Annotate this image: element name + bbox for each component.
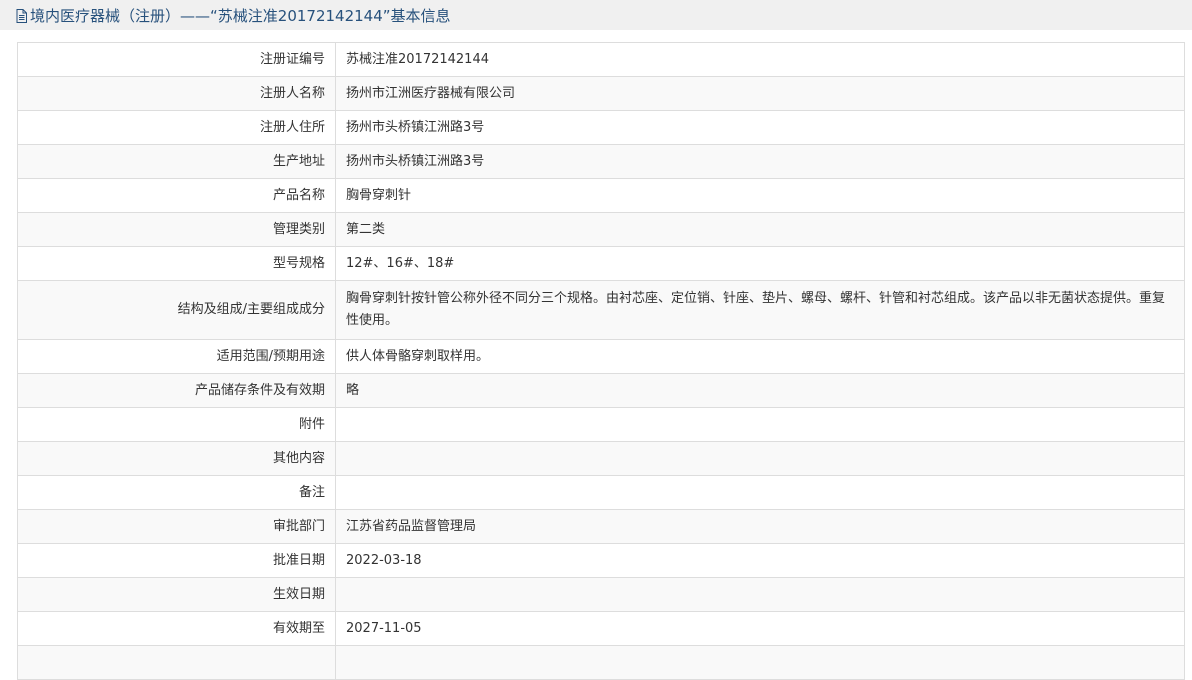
table-row: 批准日期 2022-03-18 bbox=[17, 543, 1185, 578]
document-icon bbox=[16, 9, 27, 23]
table-row: 注册人住所 扬州市头桥镇江洲路3号 bbox=[17, 110, 1185, 145]
field-value bbox=[335, 475, 1185, 510]
table-row: 生产地址 扬州市头桥镇江洲路3号 bbox=[17, 144, 1185, 179]
field-value: 扬州市江洲医疗器械有限公司 bbox=[335, 76, 1185, 111]
field-value: 江苏省药品监督管理局 bbox=[335, 509, 1185, 544]
field-label: 其他内容 bbox=[17, 441, 336, 476]
field-label: 注册证编号 bbox=[17, 42, 336, 77]
field-label: 产品储存条件及有效期 bbox=[17, 373, 336, 408]
table-row: 型号规格 12#、16#、18# bbox=[17, 246, 1185, 281]
page-title: 境内医疗器械（注册）——“苏械注准20172142144”基本信息 bbox=[30, 6, 451, 25]
field-value: 略 bbox=[335, 373, 1185, 408]
table-row: 结构及组成/主要组成成分 胸骨穿刺针按针管公称外径不同分三个规格。由衬芯座、定位… bbox=[17, 280, 1185, 340]
table-row: 适用范围/预期用途 供人体骨骼穿刺取样用。 bbox=[17, 339, 1185, 374]
field-label: 注册人住所 bbox=[17, 110, 336, 145]
table-row: 备注 bbox=[17, 475, 1185, 510]
field-value bbox=[335, 645, 1185, 680]
page-header: 境内医疗器械（注册）——“苏械注准20172142144”基本信息 bbox=[0, 0, 1192, 30]
field-value: 第二类 bbox=[335, 212, 1185, 247]
table-row: 注册证编号 苏械注准20172142144 bbox=[17, 42, 1185, 77]
detail-panel: 注册证编号 苏械注准20172142144 注册人名称 扬州市江洲医疗器械有限公… bbox=[0, 30, 1192, 680]
table-row: 生效日期 bbox=[17, 577, 1185, 612]
field-value: 胸骨穿刺针 bbox=[335, 178, 1185, 213]
field-value bbox=[335, 441, 1185, 476]
table-row: 审批部门 江苏省药品监督管理局 bbox=[17, 509, 1185, 544]
table-row: 有效期至 2027-11-05 bbox=[17, 611, 1185, 646]
field-label: 型号规格 bbox=[17, 246, 336, 281]
table-row: 管理类别 第二类 bbox=[17, 212, 1185, 247]
field-label: 附件 bbox=[17, 407, 336, 442]
field-value: 苏械注准20172142144 bbox=[335, 42, 1185, 77]
field-label: 备注 bbox=[17, 475, 336, 510]
field-label: 生效日期 bbox=[17, 577, 336, 612]
field-value: 2027-11-05 bbox=[335, 611, 1185, 646]
field-label bbox=[17, 645, 336, 680]
field-label: 产品名称 bbox=[17, 178, 336, 213]
field-value bbox=[335, 407, 1185, 442]
field-label: 有效期至 bbox=[17, 611, 336, 646]
field-label: 生产地址 bbox=[17, 144, 336, 179]
field-label: 结构及组成/主要组成成分 bbox=[17, 280, 336, 340]
field-value: 扬州市头桥镇江洲路3号 bbox=[335, 144, 1185, 179]
field-value: 胸骨穿刺针按针管公称外径不同分三个规格。由衬芯座、定位销、针座、垫片、螺母、螺杆… bbox=[335, 280, 1185, 340]
registration-info-table: 注册证编号 苏械注准20172142144 注册人名称 扬州市江洲医疗器械有限公… bbox=[17, 42, 1185, 680]
field-value: 12#、16#、18# bbox=[335, 246, 1185, 281]
field-label: 管理类别 bbox=[17, 212, 336, 247]
field-value: 扬州市头桥镇江洲路3号 bbox=[335, 110, 1185, 145]
table-row: 其他内容 bbox=[17, 441, 1185, 476]
field-label: 注册人名称 bbox=[17, 76, 336, 111]
field-label: 批准日期 bbox=[17, 543, 336, 578]
table-row: 产品名称 胸骨穿刺针 bbox=[17, 178, 1185, 213]
field-value: 供人体骨骼穿刺取样用。 bbox=[335, 339, 1185, 374]
field-label: 适用范围/预期用途 bbox=[17, 339, 336, 374]
field-value: 2022-03-18 bbox=[335, 543, 1185, 578]
field-value bbox=[335, 577, 1185, 612]
table-row bbox=[17, 645, 1185, 680]
table-row: 产品储存条件及有效期 略 bbox=[17, 373, 1185, 408]
field-label: 审批部门 bbox=[17, 509, 336, 544]
table-row: 注册人名称 扬州市江洲医疗器械有限公司 bbox=[17, 76, 1185, 111]
table-row: 附件 bbox=[17, 407, 1185, 442]
